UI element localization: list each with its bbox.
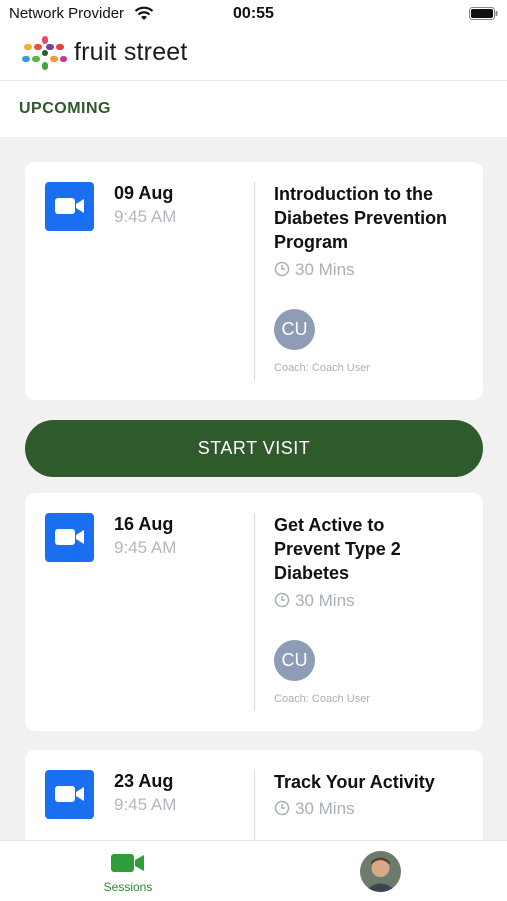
coach-avatar: CU <box>274 640 315 681</box>
tab-sessions[interactable]: Sessions <box>88 849 168 897</box>
video-camera-icon <box>55 198 84 214</box>
tab-sessions-label: Sessions <box>103 880 153 894</box>
session-card[interactable]: 09 Aug 9:45 AM Introduction to the Diabe… <box>25 162 483 400</box>
session-title: Track Your Activity <box>274 772 435 792</box>
video-call-button[interactable] <box>45 513 94 562</box>
session-card[interactable]: 23 Aug 9:45 AM Track Your Activity 30 Mi… <box>25 750 483 840</box>
session-date: 16 Aug <box>114 514 174 534</box>
coach-label: Coach: Coach User <box>274 693 370 705</box>
coach-label: Coach: Coach User <box>274 362 370 374</box>
battery-icon <box>469 7 498 20</box>
section-header: UPCOMING <box>0 81 507 137</box>
session-list[interactable]: 09 Aug 9:45 AM Introduction to the Diabe… <box>0 137 507 840</box>
session-time: 9:45 AM <box>114 207 177 226</box>
section-title-upcoming: UPCOMING <box>19 100 111 117</box>
session-duration: 30 Mins <box>274 260 355 280</box>
user-photo-icon <box>360 851 401 892</box>
session-card[interactable]: 16 Aug 9:45 AM Get Active to Prevent Typ… <box>25 493 483 731</box>
video-camera-icon <box>55 529 84 545</box>
coach-avatar: CU <box>274 309 315 350</box>
video-call-button[interactable] <box>45 770 94 819</box>
session-duration: 30 Mins <box>274 799 355 819</box>
duration-text: 30 Mins <box>295 799 355 818</box>
profile-avatar[interactable] <box>360 851 401 892</box>
session-date: 09 Aug <box>114 183 174 203</box>
video-camera-icon <box>55 786 84 802</box>
card-divider <box>254 513 255 711</box>
app-header: fruit street <box>0 28 507 81</box>
fruit-street-logo-icon <box>22 36 67 70</box>
session-date: 23 Aug <box>114 771 174 791</box>
bottom-tab-bar: Sessions <box>0 840 507 901</box>
session-duration: 30 Mins <box>274 591 355 611</box>
brand-name: fruit street <box>74 38 188 66</box>
session-title: Get Active to Prevent Type 2 Diabetes <box>274 515 401 583</box>
clock-icon <box>274 592 290 608</box>
session-time: 9:45 AM <box>114 795 177 814</box>
clock-time: 00:55 <box>233 5 274 22</box>
clock-icon <box>274 261 290 277</box>
clock-icon <box>274 800 290 816</box>
start-visit-button[interactable]: START VISIT <box>25 420 483 477</box>
card-divider <box>254 770 255 840</box>
session-title: Introduction to the Diabetes Prevention … <box>274 184 448 252</box>
duration-text: 30 Mins <box>295 260 355 279</box>
video-call-button[interactable] <box>45 182 94 231</box>
duration-text: 30 Mins <box>295 591 355 610</box>
card-divider <box>254 182 255 380</box>
session-time: 9:45 AM <box>114 538 177 557</box>
status-bar: Network Provider 00:55 <box>0 0 507 28</box>
video-camera-icon <box>111 854 144 872</box>
